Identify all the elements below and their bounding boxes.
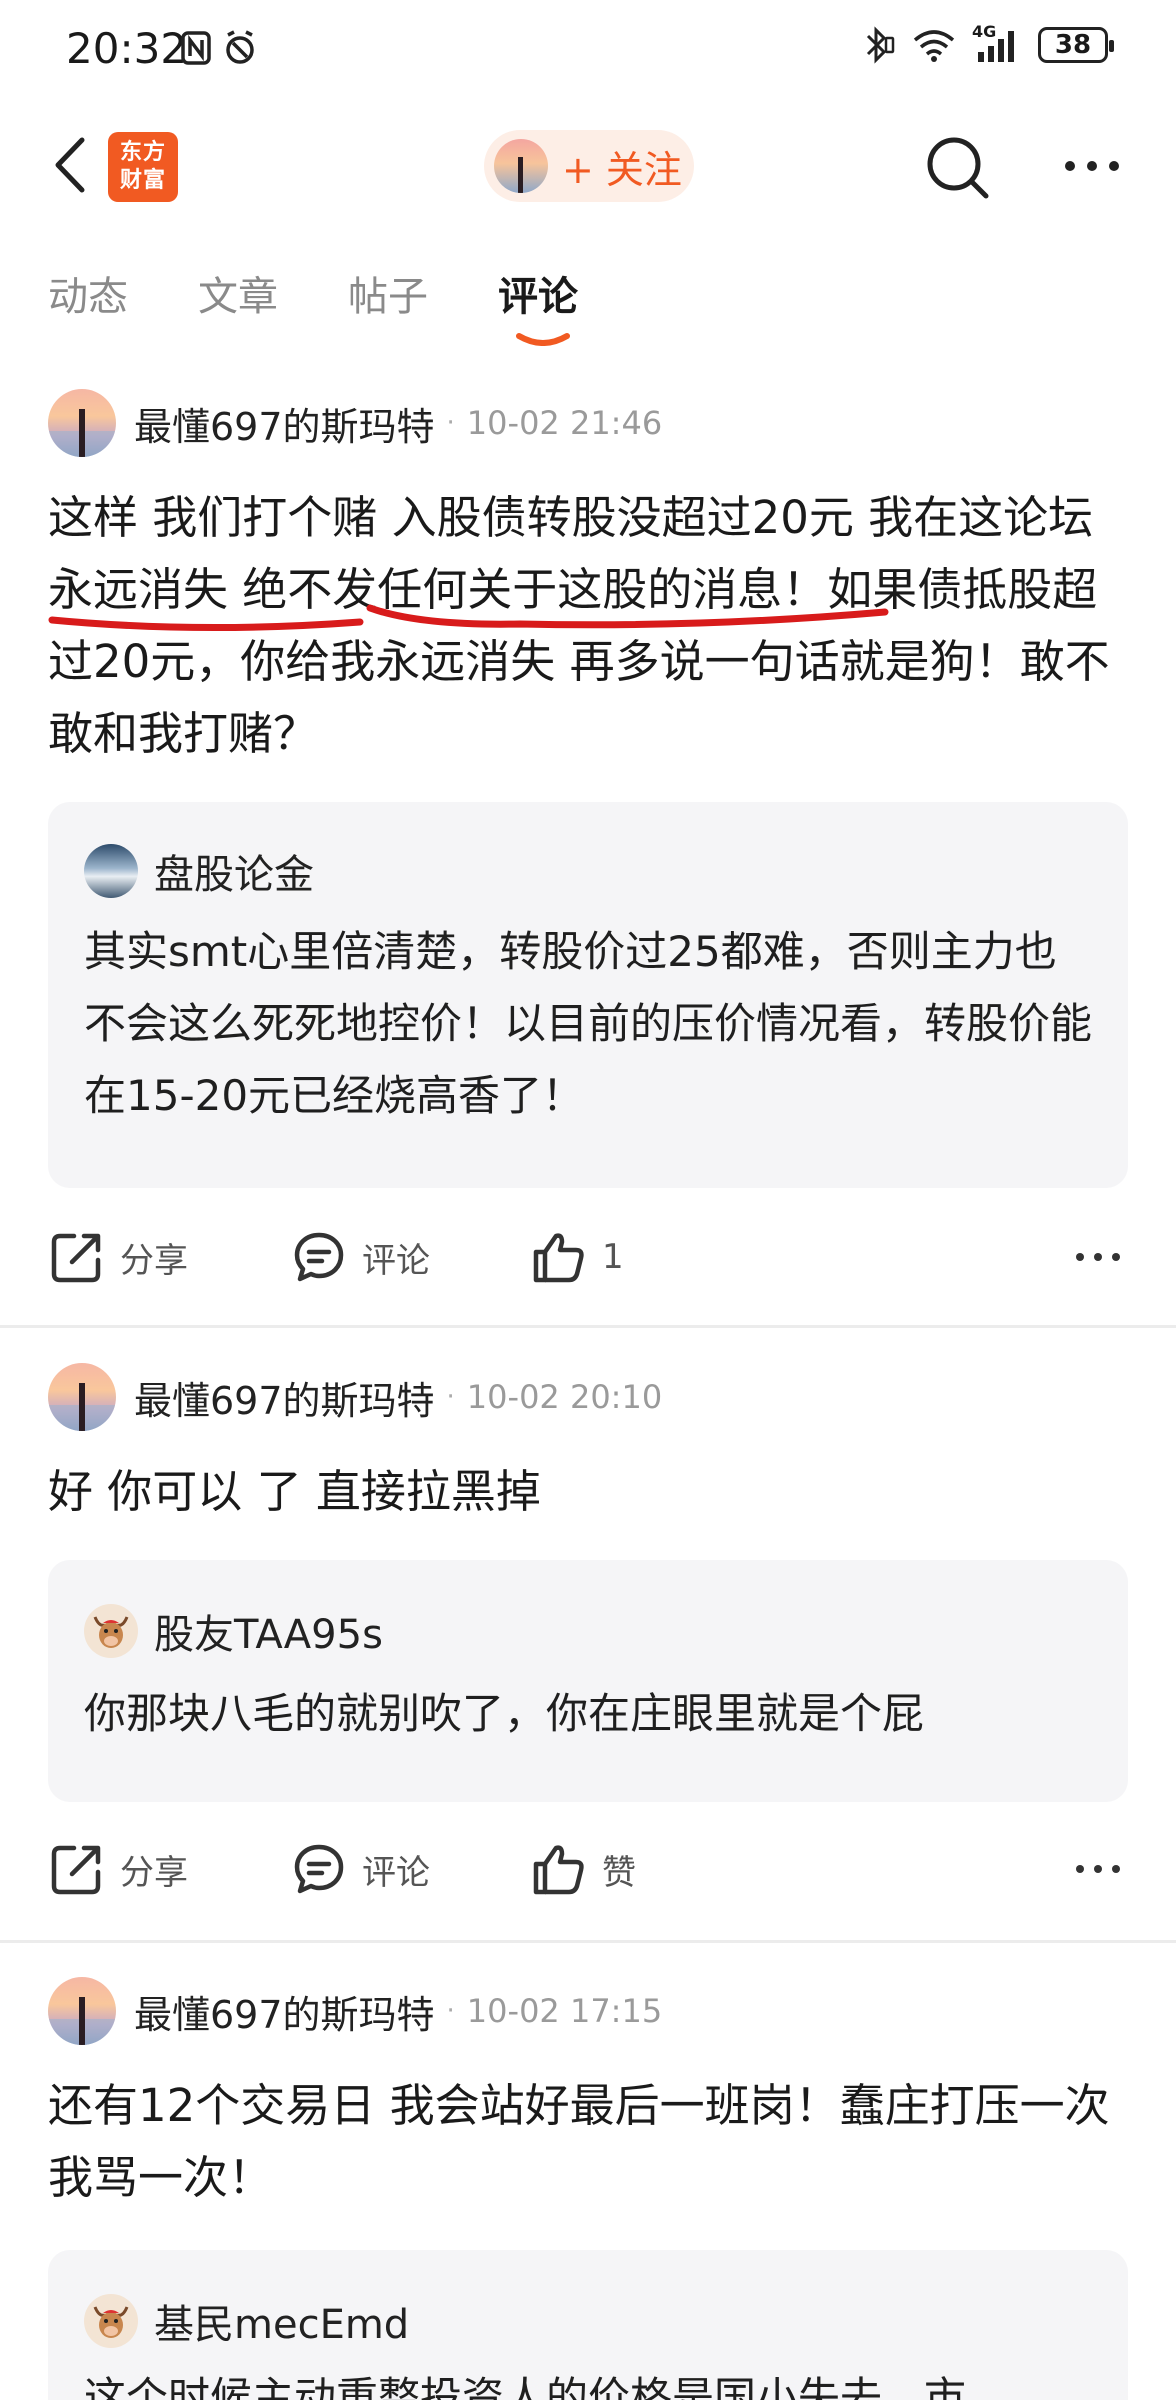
bull-avatar-icon [93, 2306, 129, 2338]
quoted-text: 其实smt心里倍清楚，转股价过25都难，否则主力也不会这么死死地控价！以目前的压… [84, 927, 1093, 1120]
share-label: 分享 [120, 1852, 188, 1893]
comment-icon [294, 1844, 344, 1894]
nfc-icon [181, 31, 211, 65]
quoted-header: 基民mecEmd [84, 2292, 409, 2350]
back-arrow-icon [55, 137, 85, 193]
share-icon [51, 1845, 101, 1895]
quoted-header: 股友TAA95s [84, 1602, 383, 1660]
comment-header: 最懂697的斯玛特 · 10-02 17:15 [48, 1976, 662, 2046]
like-button[interactable]: 赞 [532, 1834, 636, 1904]
comment-card: 最懂697的斯玛特 · 10-02 17:15 还有12个交易日 我会站好最后一… [0, 1976, 1176, 2400]
action-bar: 分享 评论 1 [48, 1222, 1128, 1292]
comment-label: 评论 [362, 1852, 430, 1893]
author-name[interactable]: 最懂697的斯玛特 [134, 1370, 435, 1425]
divider [0, 1325, 1176, 1328]
logo-line2: 财富 [119, 168, 166, 193]
separator-dot: · [446, 1996, 455, 2026]
status-bar: 20:32 4G 38 [0, 0, 1176, 100]
status-left-icons [180, 30, 258, 66]
back-button[interactable] [40, 132, 100, 198]
quoted-author[interactable]: 股友TAA95s [154, 1602, 383, 1660]
share-icon [51, 1233, 101, 1283]
comment-label: 评论 [362, 1240, 430, 1281]
quoted-avatar[interactable] [84, 844, 138, 898]
quoted-comment[interactable]: 基民mecEmd 这个时候主动重整投资人的价格是国小失去，市 [48, 2250, 1128, 2400]
comment-card: 最懂697的斯玛特 · 10-02 21:46 这样 我们打个赌 入股债转股没超… [0, 388, 1176, 1308]
comment-icon [294, 1232, 344, 1282]
comment-button[interactable]: 评论 [292, 1834, 430, 1904]
comment-card: 最懂697的斯玛特 · 10-02 20:10 好 你可以 了 直接拉黑掉 股友… [0, 1362, 1176, 1922]
share-button[interactable]: 分享 [50, 1222, 188, 1292]
thumbs-up-icon [533, 1845, 584, 1895]
comment-body[interactable]: 好 你可以 了 直接拉黑掉 [48, 1456, 1128, 1528]
quoted-header: 盘股论金 [84, 842, 314, 900]
battery-icon: 38 [1038, 27, 1114, 63]
comment-time: 10-02 20:10 [466, 1378, 663, 1416]
red-pen-underline [48, 604, 889, 632]
signal-icon: 4G [972, 22, 1022, 64]
tab-posts[interactable]: 帖子 [348, 264, 428, 322]
wifi-icon [913, 30, 955, 62]
status-right-icons: 4G 38 [862, 22, 1114, 64]
divider [0, 1940, 1176, 1943]
more-button[interactable] [1056, 130, 1128, 202]
quoted-author[interactable]: 基民mecEmd [154, 2292, 409, 2350]
tab-active-indicator [516, 333, 570, 346]
nav-bar: 东方 财富 + 关注 [0, 110, 1176, 220]
avatar[interactable] [48, 1977, 116, 2045]
quoted-comment[interactable]: 股友TAA95s 你那块八毛的就别吹了，你在庄眼里就是个屁 [48, 1560, 1128, 1802]
follow-button[interactable]: + 关注 [484, 130, 694, 202]
tab-articles[interactable]: 文章 [198, 264, 278, 322]
more-dots-icon [1065, 161, 1119, 171]
bull-avatar-icon [93, 1616, 129, 1648]
like-button[interactable]: 1 [532, 1222, 624, 1292]
follow-avatar [494, 139, 548, 193]
search-icon [927, 137, 989, 199]
more-dots-icon [1076, 1865, 1120, 1873]
battery-level: 38 [1054, 30, 1092, 60]
bluetooth-icon [866, 26, 895, 64]
alarm-icon [226, 30, 254, 64]
quoted-text: 你那块八毛的就别吹了，你在庄眼里就是个屁 [84, 1689, 925, 1738]
logo-line1: 东方 [119, 140, 166, 165]
tab-dynamics[interactable]: 动态 [48, 264, 128, 322]
action-bar: 分享 评论 赞 [48, 1834, 1128, 1904]
app-logo[interactable]: 东方 财富 [108, 132, 178, 202]
like-count: 1 [602, 1237, 624, 1277]
search-button[interactable] [920, 130, 996, 206]
status-time: 20:32 [66, 24, 188, 73]
share-button[interactable]: 分享 [50, 1834, 188, 1904]
author-name[interactable]: 最懂697的斯玛特 [134, 1984, 435, 2039]
more-dots-icon [1076, 1253, 1120, 1261]
follow-label: + 关注 [562, 147, 682, 192]
thumbs-up-icon [533, 1233, 584, 1283]
like-label: 赞 [602, 1852, 636, 1893]
quoted-avatar[interactable] [84, 2294, 138, 2348]
comment-more-button[interactable] [1068, 1222, 1128, 1292]
avatar[interactable] [48, 1363, 116, 1431]
quoted-text: 这个时候主动重整投资人的价格是国小失去，市 [84, 2373, 967, 2400]
tab-comments[interactable]: 评论 [498, 264, 578, 322]
separator-dot: · [446, 1382, 455, 1412]
comment-time: 10-02 17:15 [466, 1992, 663, 2030]
comment-button[interactable]: 评论 [292, 1222, 430, 1292]
comment-more-button[interactable] [1068, 1834, 1128, 1904]
comment-header: 最懂697的斯玛特 · 10-02 20:10 [48, 1362, 662, 1432]
quoted-avatar[interactable] [84, 1604, 138, 1658]
profile-tabs: 动态 文章 帖子 评论 [0, 254, 1176, 346]
quoted-comment[interactable]: 盘股论金 其实smt心里倍清楚，转股价过25都难，否则主力也不会这么死死地控价！… [48, 802, 1128, 1188]
comment-body[interactable]: 还有12个交易日 我会站好最后一班岗！蠢庄打压一次 我骂一次！ [48, 2070, 1128, 2214]
share-label: 分享 [120, 1240, 188, 1281]
quoted-author[interactable]: 盘股论金 [154, 842, 314, 900]
